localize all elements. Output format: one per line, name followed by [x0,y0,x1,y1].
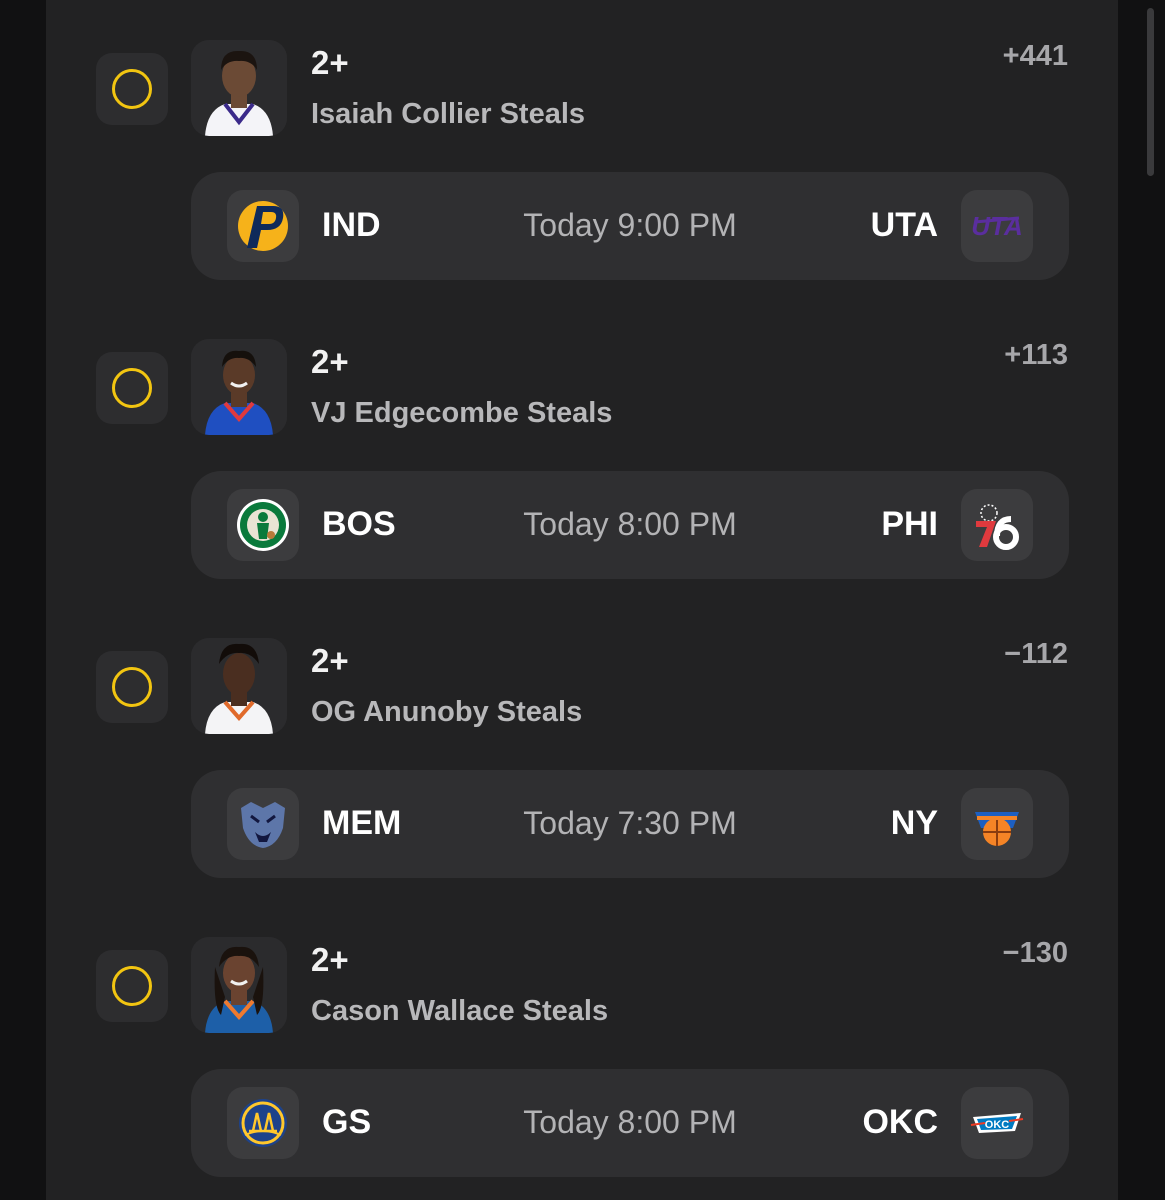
matchup-card[interactable]: BOS Today 8:00 PM PHI [191,471,1069,579]
prop-line: 2+ [311,642,349,679]
select-circle-icon [112,966,152,1006]
select-circle-icon [112,69,152,109]
prop-entry: 2+ OG Anunoby Steals −112 MEM Today 7:30… [46,638,1118,937]
prop-entry: 2+ Isaiah Collier Steals +441 IND Today … [46,40,1118,339]
matchup-card[interactable]: IND Today 9:00 PM UTA UTA [191,172,1069,280]
prop-entry: 2+ Cason Wallace Steals −130 GS Today 8:… [46,937,1118,1200]
prop-odds: +113 [1004,339,1068,371]
player-headshot [191,339,287,435]
home-team-abbr: UTA [870,206,938,244]
player-prop-name: Isaiah Collier Steals [311,98,586,130]
player-headshot [191,937,287,1033]
scrollbar-thumb[interactable] [1147,8,1154,176]
svg-text:OKC: OKC [985,1119,1010,1131]
player-headshot [191,40,287,136]
home-team-abbr: NY [890,804,938,842]
home-team-abbr: PHI [881,505,938,543]
prop-line: 2+ [311,941,349,978]
prop-odds: +441 [1002,40,1068,72]
select-prop-button[interactable] [96,651,168,723]
select-circle-icon [112,667,152,707]
prop-odds: −112 [1004,638,1068,670]
jazz-logo-icon: UTA [961,190,1033,262]
select-prop-button[interactable] [96,950,168,1022]
prop-line: 2+ [311,343,349,380]
svg-text:UTA: UTA [971,211,1023,241]
prop-line: 2+ [311,44,349,81]
player-headshot [191,638,287,734]
matchup-card[interactable]: GS Today 8:00 PM OKC OKC [191,1069,1069,1177]
player-prop-name: Cason Wallace Steals [311,995,609,1027]
76ers-logo-icon [961,489,1033,561]
select-prop-button[interactable] [96,352,168,424]
player-prop-name: OG Anunoby Steals [311,696,583,728]
player-prop-name: VJ Edgecombe Steals [311,397,613,429]
select-circle-icon [112,368,152,408]
matchup-card[interactable]: MEM Today 7:30 PM NY [191,770,1069,878]
props-list-panel: 2+ Isaiah Collier Steals +441 IND Today … [46,0,1118,1200]
knicks-logo-icon [961,788,1033,860]
prop-odds: −130 [1002,937,1068,969]
prop-entry: 2+ VJ Edgecombe Steals +113 BOS Today 8:… [46,339,1118,638]
home-team-abbr: OKC [862,1103,938,1141]
thunder-logo-icon: OKC [961,1087,1033,1159]
select-prop-button[interactable] [96,53,168,125]
